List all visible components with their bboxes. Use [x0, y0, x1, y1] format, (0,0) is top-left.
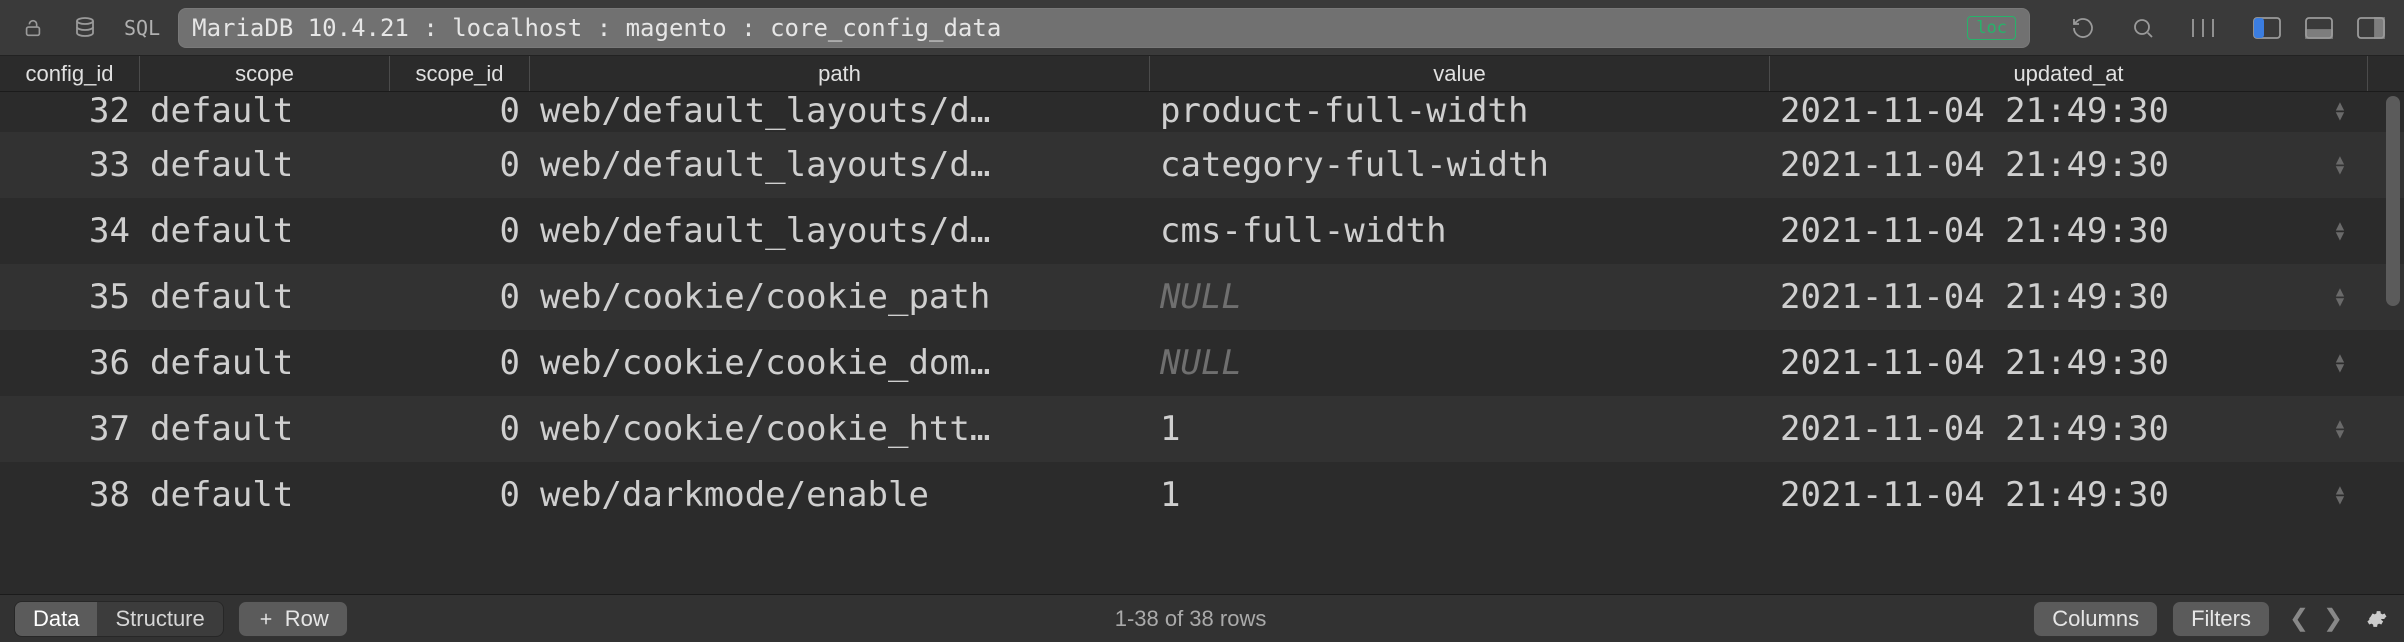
layout-bottom-icon[interactable]	[2302, 11, 2336, 45]
cell-value[interactable]: category-full-width	[1150, 132, 1770, 198]
tab-data[interactable]: Data	[15, 602, 97, 636]
row-status: 1-38 of 38 rows	[362, 606, 2020, 632]
col-header-scope_id[interactable]: scope_id	[390, 56, 530, 91]
stepper-icon[interactable]: ▲▼	[2322, 287, 2358, 307]
cell-scope[interactable]: default	[140, 462, 390, 528]
cell-value[interactable]: 1	[1150, 462, 1770, 528]
cell-config_id[interactable]: 36	[0, 330, 140, 396]
layout-right-icon[interactable]	[2354, 11, 2388, 45]
cell-updated_at[interactable]: 2021-11-04 21:49:30 ▲▼	[1770, 92, 2368, 130]
cell-updated_at[interactable]: 2021-11-04 21:49:30 ▲▼	[1770, 264, 2368, 330]
cell-path[interactable]: web/default_layouts/d…	[530, 132, 1150, 198]
loc-badge: loc	[1967, 16, 2016, 40]
col-header-gutter	[2368, 56, 2404, 91]
stepper-icon[interactable]: ▲▼	[2322, 353, 2358, 373]
table-row[interactable]: 35 default 0 web/cookie/cookie_path NULL…	[0, 264, 2404, 330]
add-row-button[interactable]: Row	[238, 601, 348, 637]
sql-label[interactable]: SQL	[124, 16, 160, 40]
stepper-icon[interactable]: ▲▼	[2322, 221, 2358, 241]
cell-path[interactable]: web/default_layouts/d…	[530, 92, 1150, 130]
cell-config_id[interactable]: 37	[0, 396, 140, 462]
col-header-value[interactable]: value	[1150, 56, 1770, 91]
stepper-icon[interactable]: ▲▼	[2322, 419, 2358, 439]
table-row[interactable]: 33 default 0 web/default_layouts/d… cate…	[0, 132, 2404, 198]
cell-scope_id[interactable]: 0	[390, 198, 530, 264]
stepper-icon[interactable]: ▲▼	[2322, 485, 2358, 505]
cell-updated_at[interactable]: 2021-11-04 21:49:30 ▲▼	[1770, 396, 2368, 462]
next-page-icon[interactable]: ❯	[2318, 604, 2348, 633]
cell-value[interactable]: cms-full-width	[1150, 198, 1770, 264]
cell-value[interactable]: 1	[1150, 396, 1770, 462]
cell-value[interactable]: NULL	[1150, 264, 1770, 330]
column-headers: config_id scope scope_id path value upda…	[0, 56, 2404, 92]
cell-scope_id[interactable]: 0	[390, 92, 530, 130]
table-row[interactable]: 38 default 0 web/darkmode/enable 1 2021-…	[0, 462, 2404, 528]
cell-value[interactable]: NULL	[1150, 330, 1770, 396]
cell-value[interactable]: product-full-width	[1150, 92, 1770, 130]
cell-path[interactable]: web/default_layouts/d…	[530, 198, 1150, 264]
cell-path[interactable]: web/darkmode/enable	[530, 462, 1150, 528]
col-header-updated_at[interactable]: updated_at	[1770, 56, 2368, 91]
cell-config_id[interactable]: 35	[0, 264, 140, 330]
refresh-icon[interactable]	[2066, 11, 2100, 45]
data-grid[interactable]: 32 default 0 web/default_layouts/d… prod…	[0, 92, 2404, 594]
breadcrumb-bar[interactable]: MariaDB 10.4.21 : localhost : magento : …	[178, 8, 2030, 48]
tab-structure[interactable]: Structure	[97, 602, 222, 636]
cell-scope_id[interactable]: 0	[390, 396, 530, 462]
cell-path[interactable]: web/cookie/cookie_path	[530, 264, 1150, 330]
cell-updated_at[interactable]: 2021-11-04 21:49:30 ▲▼	[1770, 198, 2368, 264]
cell-updated_at[interactable]: 2021-11-04 21:49:30 ▲▼	[1770, 462, 2368, 528]
cell-config_id[interactable]: 33	[0, 132, 140, 198]
col-header-scope[interactable]: scope	[140, 56, 390, 91]
cell-updated_at[interactable]: 2021-11-04 21:49:30 ▲▼	[1770, 132, 2368, 198]
cell-scope_id[interactable]: 0	[390, 264, 530, 330]
layout-toggle-icons	[2250, 11, 2388, 45]
scrollbar-thumb[interactable]	[2386, 96, 2400, 306]
cell-scope[interactable]: default	[140, 92, 390, 130]
table-row[interactable]: 37 default 0 web/cookie/cookie_htt… 1 20…	[0, 396, 2404, 462]
cell-config_id[interactable]: 34	[0, 198, 140, 264]
prev-page-icon[interactable]: ❮	[2284, 604, 2314, 633]
stepper-icon[interactable]: ▲▼	[2322, 101, 2358, 121]
col-header-config_id[interactable]: config_id	[0, 56, 140, 91]
pager: ❮ ❯	[2284, 604, 2348, 633]
panel-columns-icon[interactable]	[2186, 11, 2220, 45]
toolbar: SQL MariaDB 10.4.21 : localhost : magent…	[0, 0, 2404, 56]
view-tabs: Data Structure	[14, 601, 224, 637]
search-icon[interactable]	[2126, 11, 2160, 45]
scrollbar[interactable]	[2384, 92, 2402, 594]
cell-scope[interactable]: default	[140, 132, 390, 198]
cell-path[interactable]: web/cookie/cookie_dom…	[530, 330, 1150, 396]
table-row[interactable]: 36 default 0 web/cookie/cookie_dom… NULL…	[0, 330, 2404, 396]
stepper-icon[interactable]: ▲▼	[2322, 155, 2358, 175]
toolbar-right-icons	[2066, 11, 2220, 45]
plus-icon	[257, 610, 275, 628]
gear-icon[interactable]	[2362, 605, 2390, 633]
cell-scope_id[interactable]: 0	[390, 330, 530, 396]
cell-scope[interactable]: default	[140, 198, 390, 264]
footer: Data Structure Row 1-38 of 38 rows Colum…	[0, 594, 2404, 642]
cell-scope[interactable]: default	[140, 396, 390, 462]
lock-icon[interactable]	[16, 11, 50, 45]
cell-scope[interactable]: default	[140, 264, 390, 330]
cell-config_id[interactable]: 38	[0, 462, 140, 528]
cell-scope[interactable]: default	[140, 330, 390, 396]
cell-path[interactable]: web/cookie/cookie_htt…	[530, 396, 1150, 462]
columns-button[interactable]: Columns	[2033, 601, 2158, 637]
col-header-path[interactable]: path	[530, 56, 1150, 91]
breadcrumb-text: MariaDB 10.4.21 : localhost : magento : …	[192, 14, 1957, 42]
table-row[interactable]: 34 default 0 web/default_layouts/d… cms-…	[0, 198, 2404, 264]
table-row[interactable]: 32 default 0 web/default_layouts/d… prod…	[0, 92, 2404, 132]
cell-config_id[interactable]: 32	[0, 92, 140, 130]
cell-scope_id[interactable]: 0	[390, 132, 530, 198]
add-row-label: Row	[285, 606, 329, 632]
database-icon[interactable]	[68, 11, 102, 45]
filters-button[interactable]: Filters	[2172, 601, 2270, 637]
layout-left-icon[interactable]	[2250, 11, 2284, 45]
cell-updated_at[interactable]: 2021-11-04 21:49:30 ▲▼	[1770, 330, 2368, 396]
cell-scope_id[interactable]: 0	[390, 462, 530, 528]
